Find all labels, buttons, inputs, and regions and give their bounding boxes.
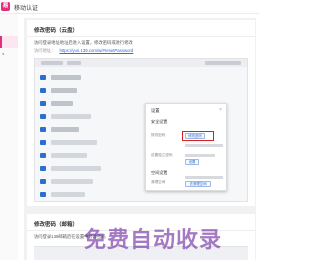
folder-icon (40, 75, 46, 80)
list-item (35, 86, 165, 95)
section-description: 访问登录地址地址后进入设置，修改密码或进行修改 (34, 40, 133, 45)
folder-icon (40, 166, 46, 171)
app-title: 移动认证 (14, 6, 39, 12)
modal-row-label: 设置独立密码 (151, 153, 173, 157)
change-password-button[interactable]: 修改密码 (185, 133, 205, 139)
folder-icon (40, 140, 46, 145)
settings-modal: 设置 × 安全设置 修改密码 修改密码 设置独立密码 设置 空间设置 清理空间 … (145, 103, 227, 191)
sidebar-item-sub[interactable]: ● (2, 49, 16, 59)
modal-row-label: 清理空间 (151, 180, 166, 184)
reset-password-link[interactable]: https://yun.139.com/w/#resetPassword (59, 48, 133, 53)
link-label: 访问地址： (34, 48, 56, 53)
screenshot-toolbar (35, 59, 247, 67)
link-row: 访问地址： https://yun.139.com/w/#resetPasswor… (34, 48, 133, 54)
modal-section-space: 空间设置 (151, 170, 168, 175)
folder-icon (40, 88, 46, 93)
divider (27, 36, 255, 37)
list-item (35, 73, 165, 82)
section-title: 修改密码（云盘） (34, 28, 79, 34)
clean-space-button[interactable]: 去清理空间 (185, 181, 211, 187)
folder-icon (40, 153, 46, 158)
watermark-text: 免费自动收录 (84, 228, 223, 253)
folder-icon (40, 127, 46, 132)
placeholder-bar (185, 176, 223, 179)
folder-icon (40, 192, 46, 197)
app-logo[interactable]: 易 (1, 2, 10, 11)
set-independent-password-button[interactable]: 设置 (185, 159, 199, 165)
top-bar: 易 移动认证 (0, 0, 259, 14)
close-icon[interactable]: × (219, 107, 222, 113)
left-sidebar: ● (0, 14, 18, 260)
folder-icon (40, 179, 46, 184)
modal-section-security: 安全设置 (151, 119, 168, 124)
modal-row-label: 修改密码 (151, 133, 166, 137)
folder-icon (40, 101, 46, 106)
modal-title: 设置 (151, 108, 160, 113)
sidebar-item-active[interactable] (0, 36, 18, 48)
placeholder-bar (185, 144, 223, 147)
section-title: 修改密码（邮箱） (34, 222, 79, 228)
list-item (35, 190, 165, 199)
placeholder-bar (185, 154, 215, 157)
folder-icon (40, 114, 46, 119)
